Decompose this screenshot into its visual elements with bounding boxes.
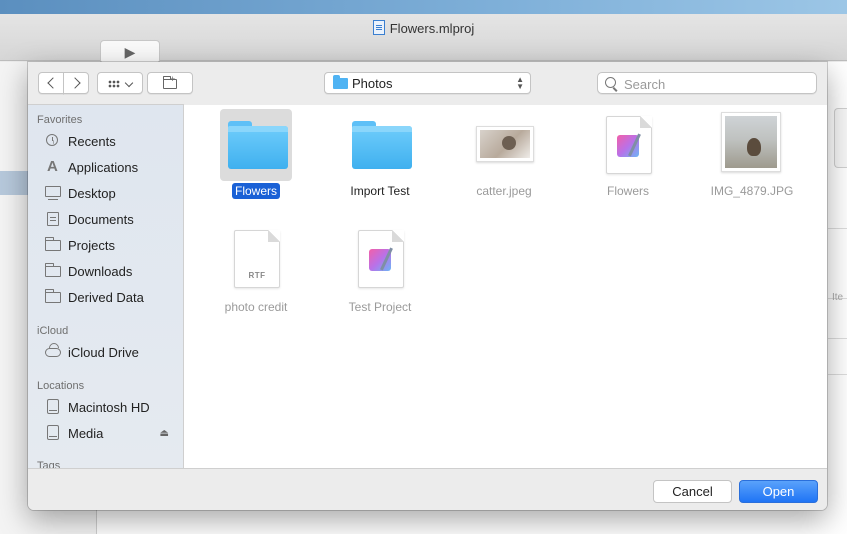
background-label: Ite: [832, 292, 844, 303]
sidebar-item-documents[interactable]: Documents: [45, 209, 183, 231]
search-input[interactable]: [622, 75, 811, 94]
rtf-badge: RTF: [248, 271, 266, 280]
file-item-flowers-project[interactable]: Flowers: [573, 108, 683, 218]
run-button[interactable]: ▶: [100, 40, 160, 64]
rtf-file-icon: RTF: [234, 230, 280, 288]
file-item-test-project[interactable]: Test Project: [325, 224, 435, 334]
search-icon: [605, 77, 616, 88]
sidebar-item-macintosh-hd[interactable]: Macintosh HD: [45, 397, 183, 419]
file-name: catter.jpeg: [449, 184, 559, 198]
chevron-left-icon: [47, 77, 59, 89]
sidebar-item-downloads[interactable]: Downloads: [45, 261, 183, 283]
file-name-text: Import Test: [350, 184, 410, 198]
window-title-text: Flowers.mlproj: [389, 21, 475, 36]
file-browser: Flowers Import Test catter.jpeg Flowers …: [184, 105, 827, 468]
sidebar-item-label: Projects: [68, 238, 115, 253]
open-dialog: Photos ▲▼ Favorites Recents Applications…: [28, 62, 827, 510]
file-name: Flowers: [201, 183, 311, 199]
sidebar-item-media[interactable]: Media ⏏: [45, 423, 183, 445]
sidebar-item-label: Derived Data: [68, 290, 144, 305]
file-name: photo credit: [201, 300, 311, 314]
file-name: Test Project: [325, 300, 435, 314]
forward-button[interactable]: [63, 72, 89, 94]
location-label: Photos: [352, 76, 393, 91]
file-name: Import Test: [325, 184, 435, 198]
file-name-text: photo credit: [224, 300, 288, 314]
file-item-import-test[interactable]: Import Test: [325, 108, 435, 218]
file-item-img-4879[interactable]: IMG_4879.JPG: [697, 108, 807, 218]
sidebar-section-favorites: Favorites: [37, 114, 83, 126]
eject-icon[interactable]: ⏏: [160, 428, 169, 439]
background-selected-row: [0, 171, 30, 195]
file-item-catter-jpeg[interactable]: catter.jpeg: [449, 108, 559, 218]
sidebar-item-label: Recents: [68, 134, 116, 149]
sidebar-item-label: iCloud Drive: [68, 345, 139, 360]
file-name: Flowers: [573, 184, 683, 198]
document-icon: [47, 212, 59, 226]
disk-icon: [47, 399, 59, 414]
project-file-icon: [358, 230, 404, 288]
sidebar-section-icloud: iCloud: [37, 325, 69, 337]
file-name-text: Flowers: [606, 184, 649, 198]
location-popup[interactable]: Photos ▲ ▼: [324, 72, 531, 94]
chevron-right-icon: [69, 77, 81, 89]
back-button[interactable]: [38, 72, 64, 94]
sidebar-item-icloud-drive[interactable]: iCloud Drive: [45, 342, 183, 364]
file-name-text: Flowers: [231, 183, 280, 199]
sidebar-item-label: Desktop: [68, 186, 116, 201]
search-field[interactable]: [597, 72, 817, 94]
dialog-footer: Cancel Open: [28, 468, 827, 510]
file-name-text: IMG_4879.JPG: [710, 184, 794, 198]
image-thumbnail: [721, 112, 781, 172]
new-folder-icon: [163, 74, 177, 89]
sidebar: Favorites Recents Applications Desktop D…: [28, 104, 184, 469]
desktop-strip: [0, 0, 847, 14]
icon-view-icon: [108, 80, 120, 88]
project-file-icon: [606, 116, 652, 174]
file-name-text: catter.jpeg: [476, 184, 532, 198]
sidebar-item-label: Documents: [68, 212, 134, 227]
sidebar-item-applications[interactable]: Applications: [45, 157, 183, 179]
sidebar-item-label: Media: [68, 426, 104, 441]
sidebar-item-label: Downloads: [68, 264, 133, 279]
file-name: IMG_4879.JPG: [697, 184, 807, 198]
clock-icon: [46, 134, 58, 146]
disk-icon: [47, 425, 59, 440]
background-panel: [834, 108, 847, 168]
folder-icon: [45, 237, 61, 251]
folder-icon: [228, 121, 288, 169]
folder-icon: [333, 75, 348, 89]
project-document-icon: [372, 20, 385, 35]
cloud-icon: [45, 348, 61, 357]
window-title: Flowers.mlproj: [0, 20, 847, 36]
dialog-toolbar: Photos ▲▼: [28, 62, 827, 104]
desktop-icon: [45, 186, 61, 200]
chevron-down-icon: [124, 78, 134, 88]
sidebar-item-recents[interactable]: Recents: [45, 131, 183, 153]
applications-icon: [45, 158, 61, 175]
sidebar-item-label: Macintosh HD: [68, 400, 150, 415]
sidebar-item-projects[interactable]: Projects: [45, 235, 183, 257]
file-name-text: Test Project: [348, 300, 412, 314]
file-item-photo-credit[interactable]: RTF photo credit: [201, 224, 311, 334]
cancel-button[interactable]: Cancel: [653, 480, 732, 503]
folder-icon: [45, 289, 61, 303]
sidebar-item-desktop[interactable]: Desktop: [45, 183, 183, 205]
image-thumbnail: [476, 126, 534, 162]
background-dividers: [828, 228, 847, 229]
view-options-button[interactable]: [97, 72, 143, 94]
file-item-flowers-folder[interactable]: Flowers: [201, 108, 311, 218]
folder-icon: [45, 263, 61, 277]
open-button[interactable]: Open: [739, 480, 818, 503]
sidebar-item-derived-data[interactable]: Derived Data: [45, 287, 183, 309]
sidebar-section-locations: Locations: [37, 380, 85, 392]
folder-icon: [352, 121, 412, 169]
sidebar-item-label: Applications: [68, 160, 139, 175]
new-folder-button[interactable]: [147, 72, 193, 94]
updown-arrows-icon: ▲ ▼: [516, 75, 524, 91]
